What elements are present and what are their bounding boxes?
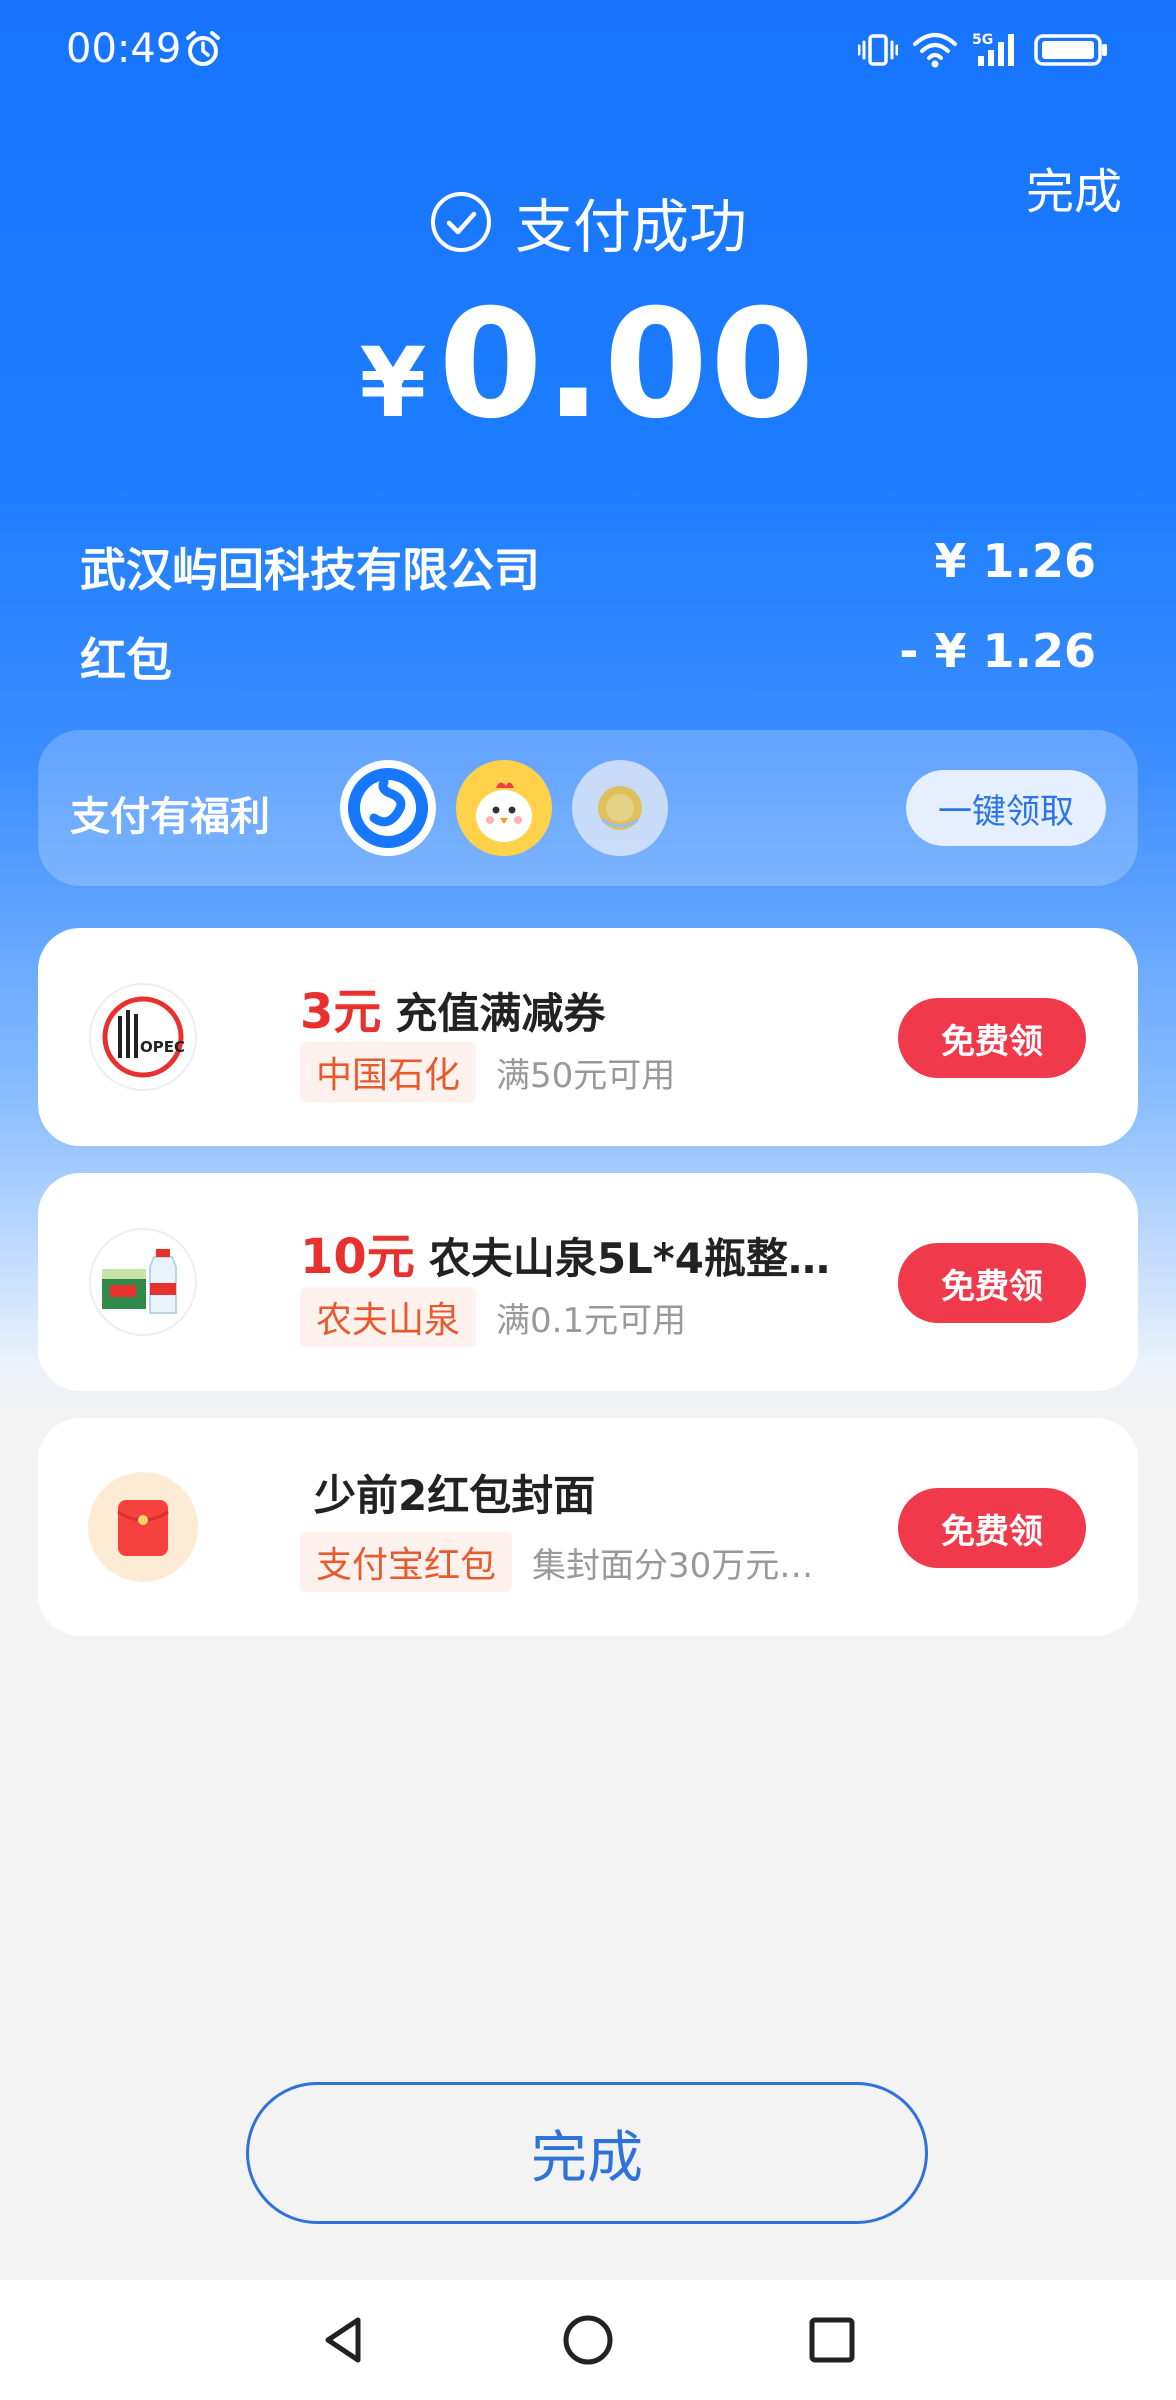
recent-apps-square-icon[interactable] <box>802 2310 862 2370</box>
coupon-title: 少前2红包封面 <box>314 1471 596 1520</box>
benefit-app-icon-2[interactable] <box>456 760 552 856</box>
svg-text:OPEC: OPEC <box>140 1038 185 1056</box>
check-circle-icon <box>430 192 491 252</box>
coupon-tag: 农夫山泉 <box>300 1287 477 1347</box>
swirl-logo-icon <box>348 768 428 848</box>
claim-free-button[interactable]: 免费领 <box>898 1243 1086 1323</box>
signal-5g-icon: 5G <box>972 32 1014 66</box>
chicken-icon <box>476 782 532 842</box>
redpacket-amount: - ¥ 1.26 <box>899 624 1096 678</box>
coupon-card[interactable]: 少前2红包封面 支付宝红包 集封面分30万元… 免费领 <box>38 1418 1138 1636</box>
sinopec-logo-icon: OPEC <box>88 982 198 1092</box>
water-bottle-product-icon <box>88 1227 198 1337</box>
coupon-condition: 满50元可用 <box>496 1055 676 1096</box>
redpacket-row: 红包 - ¥ 1.26 <box>80 624 1096 690</box>
merchant-name: 武汉屿回科技有限公司 <box>80 543 540 597</box>
coupon-tag: 支付宝红包 <box>300 1532 513 1592</box>
status-icons: 5G <box>858 30 1108 70</box>
paid-amount: ¥ 0.00 <box>0 278 1176 452</box>
coupon-card[interactable]: OPEC 3元 充值满减券 中国石化 满50元可用 免费领 <box>38 928 1138 1146</box>
benefit-app-icon-3[interactable] <box>572 760 668 856</box>
redpacket-label: 红包 <box>80 633 172 687</box>
benefit-app-icon-1[interactable] <box>340 760 436 856</box>
back-triangle-icon[interactable] <box>314 2310 374 2370</box>
amount-value: 0.00 <box>438 278 817 452</box>
coupon-condition: 满0.1元可用 <box>496 1300 687 1341</box>
coupon-meta-line: 支付宝红包 集封面分30万元… <box>300 1532 813 1592</box>
payment-success-title: 支付成功 <box>0 180 1176 264</box>
coupon-title: 充值满减券 <box>395 989 606 1038</box>
claim-free-button[interactable]: 免费领 <box>898 1488 1086 1568</box>
svg-text:5G: 5G <box>972 32 993 48</box>
coupon-tag: 中国石化 <box>300 1042 477 1102</box>
coupon-price: 10元 <box>300 1229 415 1285</box>
coupon-title-line: 3元 充值满减券 <box>300 972 860 1042</box>
coupon-price: 3元 <box>300 984 382 1040</box>
coupon-title: 农夫山泉5L*4瓶整… <box>428 1234 830 1283</box>
merchant-amount: ¥ 1.26 <box>934 534 1096 588</box>
success-label: 支付成功 <box>514 193 747 261</box>
status-bar: 00:49 5G <box>0 0 1176 100</box>
wifi-icon <box>913 33 957 68</box>
currency-symbol: ¥ <box>359 327 427 439</box>
status-time: 00:49 <box>66 26 182 72</box>
coupon-meta-line: 农夫山泉 满0.1元可用 <box>300 1287 686 1347</box>
merchant-row: 武汉屿回科技有限公司 ¥ 1.26 <box>80 534 1096 600</box>
coupon-title-line: 少前2红包封面 <box>300 1462 860 1523</box>
gold-coin-icon <box>598 786 642 830</box>
done-button-bottom[interactable]: 完成 <box>246 2082 928 2224</box>
coupon-card[interactable]: 10元 农夫山泉5L*4瓶整… 农夫山泉 满0.1元可用 免费领 <box>38 1173 1138 1391</box>
coupon-title-line: 10元 农夫山泉5L*4瓶整… <box>300 1217 860 1287</box>
home-circle-icon[interactable] <box>558 2310 618 2370</box>
battery-icon <box>1034 34 1107 66</box>
claim-free-button[interactable]: 免费领 <box>898 998 1086 1078</box>
red-envelope-icon <box>88 1472 198 1582</box>
claim-all-button[interactable]: 一键领取 <box>906 770 1106 846</box>
coupon-condition: 集封面分30万元… <box>532 1545 814 1586</box>
benefits-title: 支付有福利 <box>70 794 270 840</box>
system-nav-bar <box>0 2280 1176 2400</box>
vibrate-icon <box>858 34 898 66</box>
coupon-meta-line: 中国石化 满50元可用 <box>300 1042 675 1102</box>
alarm-icon <box>186 31 220 66</box>
payment-benefits-bar: 支付有福利 一键领取 <box>38 730 1138 886</box>
